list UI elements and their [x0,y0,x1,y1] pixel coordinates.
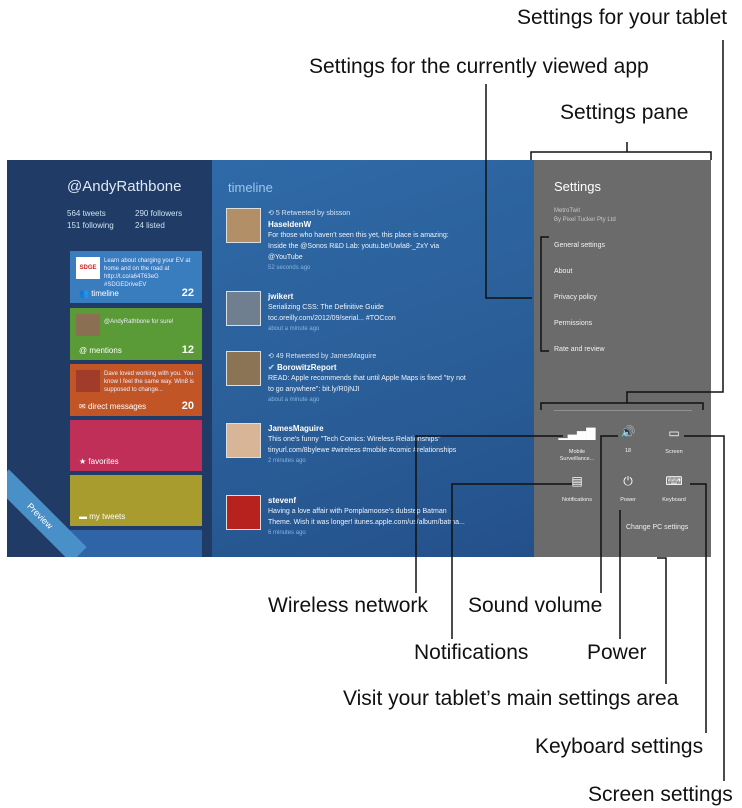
following-count[interactable]: 151 following [67,220,135,232]
settings-pane: Settings MetroTwit By Pixel Tucker Pty Lt… [534,160,711,557]
tile-count: 22 [181,287,194,299]
power-button[interactable]: ⏻ Power [606,474,650,504]
callout-settings-pane: Settings pane [560,101,689,124]
tweet-author[interactable]: JamesMaguire [268,423,468,434]
tile-my-tweets[interactable]: ▬ my tweets [70,475,202,526]
avatar [76,370,100,392]
at-icon: @ [79,346,88,355]
settings-title: Settings [554,179,601,194]
settings-item-about[interactable]: About [554,268,572,275]
avatar [226,351,261,386]
avatar [76,314,100,336]
tweet-text: Having a love affair with Pomplamoose's … [268,508,465,526]
users-icon: 👥 [79,289,89,298]
wireless-network-button[interactable]: ▁▃▅▇ Mobile Surveillance... [555,426,599,463]
timeline-header: timeline [228,180,273,195]
tile-label: ★ favorites [79,457,119,466]
tweet-text: For those who haven't seen this yet, thi… [268,232,449,261]
volume-icon: 🔊 [620,425,636,439]
tile-label: ✉ direct messages [79,402,147,411]
screen-icon: ▭ [668,426,680,440]
tweet-meta: ⟲ 49 Retweeted by JamesMaguire [268,353,377,360]
tile-label: ▬ my tweets [79,512,126,521]
screen-button[interactable]: ▭ Screen [652,426,696,456]
avatar [226,423,261,458]
sdge-logo: SDGE [76,257,100,279]
tweet-author[interactable]: HaseldenW [268,219,468,230]
tile-label: 👥 timeline [79,289,119,298]
notifications-button[interactable]: ▤ Notifications [555,474,599,504]
tile-preview-text: @AndyRathbone for sure! [104,319,174,325]
tile-count: 20 [181,400,194,412]
tweet-text: This one's funny "Tech Comics: Wireless … [268,436,457,454]
callout-wireless: Wireless network [268,594,428,617]
verified-icon: ✔ [268,363,275,372]
callout-power: Power [587,641,647,664]
tile-extra[interactable] [70,530,202,557]
tile-direct-messages[interactable]: Dave loved working with you. You know I … [70,364,202,416]
settings-item-privacy[interactable]: Privacy policy [554,294,597,301]
listed-count[interactable]: 24 listed [135,220,203,232]
power-icon: ⏻ [623,474,633,488]
chat-icon: ▬ [79,512,87,521]
change-pc-settings-link[interactable]: Change PC settings [626,524,688,531]
avatar [226,208,261,243]
volume-button[interactable]: 🔊 18 [606,425,650,455]
avatar [226,291,261,326]
keyboard-icon: ⌨ [665,474,683,488]
notifications-icon: ▤ [571,474,583,488]
line-main-settings [657,557,667,684]
profile-stats: 564 tweets 290 followers 151 following 24 … [67,208,207,232]
callout-volume: Sound volume [468,594,603,617]
tile-label: @ mentions [79,346,122,355]
timeline-column: timeline ⟲ 5 Retweeted by sbisson Haseld… [212,160,534,557]
retweet-icon: ⟲ [268,210,274,217]
settings-item-general[interactable]: General settings [554,242,605,249]
retweet-icon: ⟲ [268,353,274,360]
settings-item-rate[interactable]: Rate and review [554,346,605,353]
callout-main-settings: Visit your tablet’s main settings area [343,687,679,710]
wireless-icon: ▁▃▅▇ [558,426,596,440]
keyboard-button[interactable]: ⌨ Keyboard [652,474,696,504]
tweet-author[interactable]: ✔ BorowitzReport [268,362,468,373]
mail-icon: ✉ [79,402,86,411]
tweet-time: 52 seconds ago [268,265,311,271]
bracket-settings-pane [530,142,712,160]
tweet-time: about a minute ago [268,326,320,332]
username: @AndyRathbone [67,178,182,195]
settings-item-permissions[interactable]: Permissions [554,320,592,327]
tile-mentions[interactable]: @AndyRathbone for sure! @ mentions 12 [70,308,202,360]
callout-screen: Screen settings [588,783,733,806]
avatar [226,495,261,530]
tile-timeline[interactable]: SDGE Learn about charging your EV at hom… [70,251,202,303]
tile-preview-text: Learn about charging your EV at home and… [104,258,191,288]
star-icon: ★ [79,457,87,466]
app-info: MetroTwit By Pixel Tucker Pty Ltd [554,208,616,223]
tweet-time: about a minute ago [268,397,320,403]
tweet-time: 2 minutes ago [268,458,306,464]
tile-count: 12 [181,344,194,356]
divider [554,410,692,411]
tweet-meta: ⟲ 5 Retweeted by sbisson [268,210,351,217]
callout-tablet-settings: Settings for your tablet [517,6,728,29]
callout-app-settings: Settings for the currently viewed app [309,55,649,78]
tweet-author[interactable]: jwikert [268,291,468,302]
tweet-author[interactable]: stevenf [268,495,468,506]
tweet-text: READ: Apple recommends that until Apple … [268,375,466,393]
tweet-time: 6 minutes ago [268,530,306,536]
app-screenshot: @AndyRathbone 564 tweets 290 followers 15… [7,160,711,557]
followers-count[interactable]: 290 followers [135,208,203,220]
callout-keyboard: Keyboard settings [535,735,704,758]
left-column: @AndyRathbone 564 tweets 290 followers 15… [7,160,212,557]
callout-notifications: Notifications [414,641,529,664]
tweet-text: Serializing CSS: The Definitive Guide to… [268,304,396,322]
tile-preview-text: Dave loved working with you. You know I … [104,371,194,393]
tweets-count[interactable]: 564 tweets [67,208,135,220]
tile-favorites[interactable]: ★ favorites [70,420,202,471]
